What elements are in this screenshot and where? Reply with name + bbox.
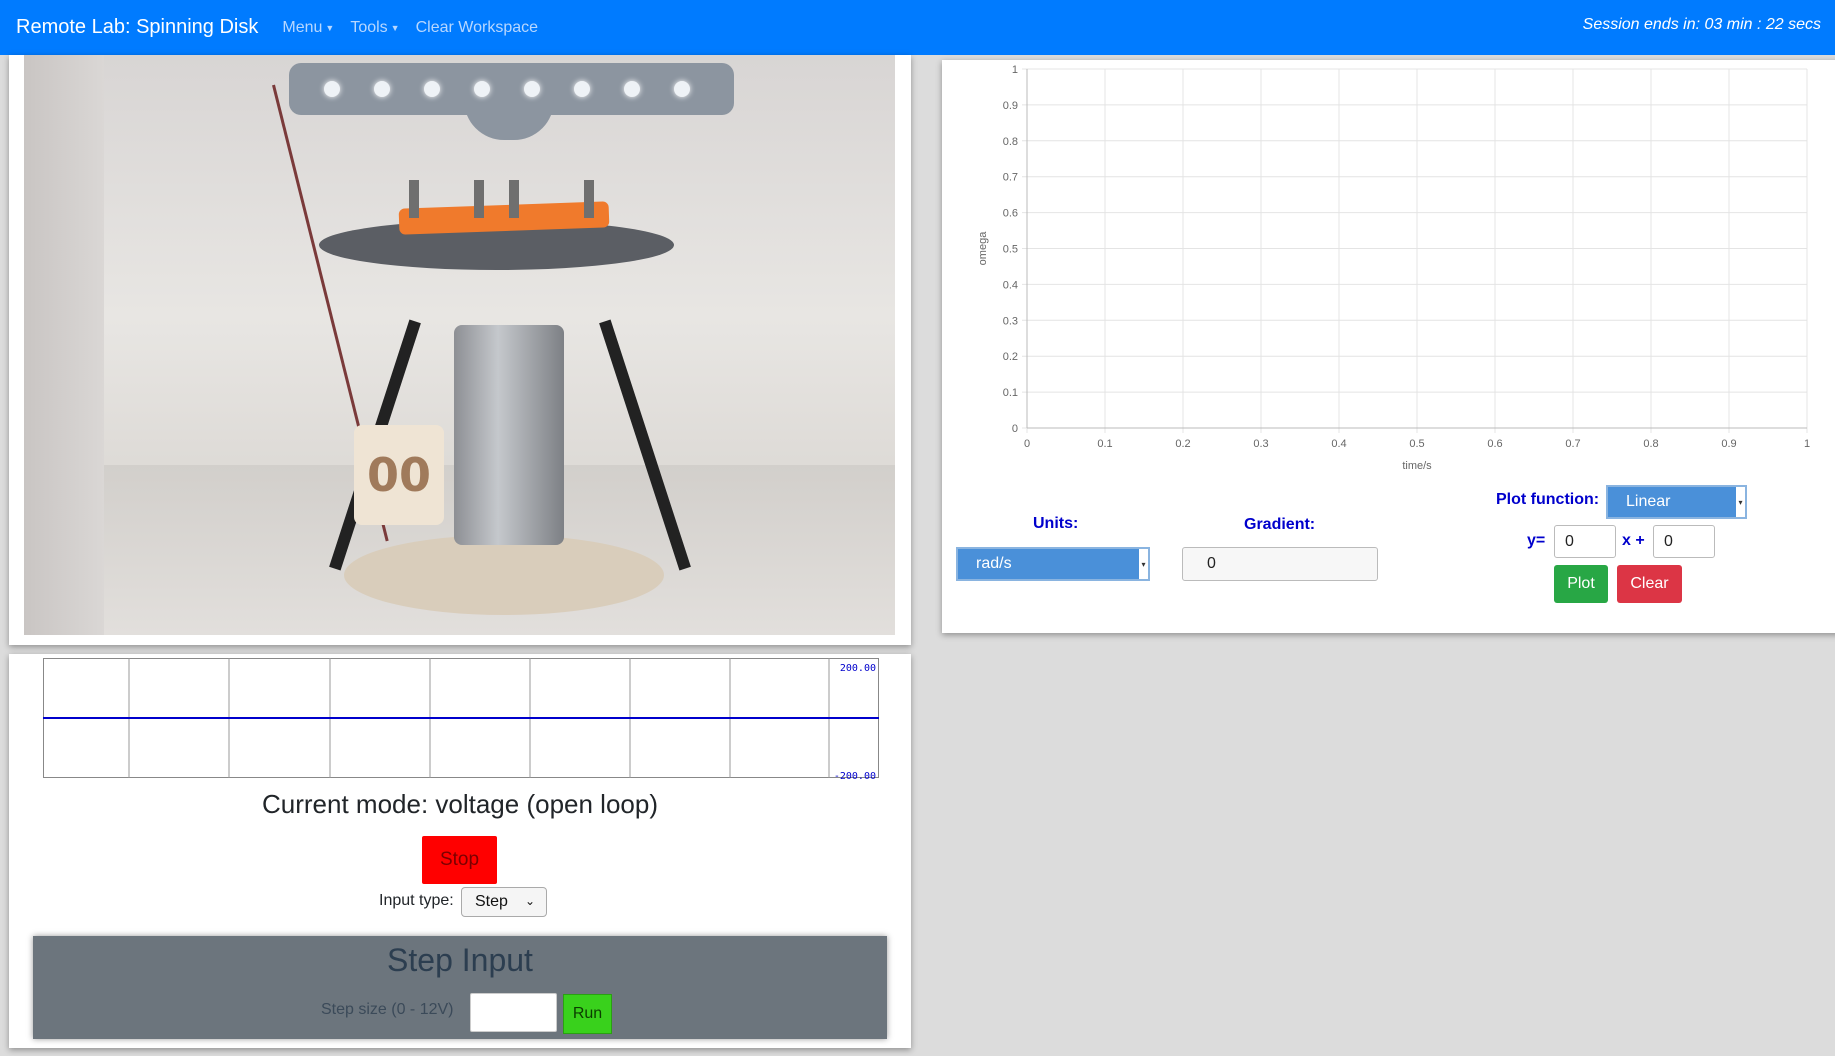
stand-base — [344, 535, 664, 615]
session-timer: Session ends in: 03 min : 22 secs — [1582, 16, 1821, 33]
video-wall — [24, 55, 104, 635]
chevron-down-icon: ⌄ — [524, 894, 535, 908]
video-panel: 00 — [9, 55, 911, 645]
step-input-title: Step Input — [387, 942, 533, 978]
strip-max-label: 200.00 — [840, 663, 876, 674]
menu-dropdown[interactable]: Menu ▼ — [282, 19, 334, 37]
run-button[interactable]: Run — [563, 994, 612, 1034]
y-tick-label: 0.1 — [1003, 387, 1018, 399]
plot-panel: 0 0.1 0.2 0.3 0.4 0.5 0.6 0.7 0.8 0.9 1 0 0.1 0.2 0.3 0… — [942, 60, 1835, 633]
y-label: y= — [1527, 532, 1546, 549]
led — [374, 81, 390, 97]
clear-plot-button[interactable]: Clear — [1617, 565, 1682, 603]
y-axis-label: omega — [977, 231, 989, 266]
omega-chart: 0 0.1 0.2 0.3 0.4 0.5 0.6 0.7 0.8 0.9 1 0 0.1 0.2 0.3 0… — [977, 64, 1810, 472]
y-tick-label: 0.4 — [1003, 279, 1018, 291]
x-tick-label: 0.5 — [1409, 438, 1424, 450]
led — [624, 81, 640, 97]
y-value: 0 — [1565, 532, 1574, 550]
x-tick-label: 1 — [1804, 438, 1810, 450]
tools-label: Tools — [350, 18, 388, 36]
y-tick-label: 0.6 — [1003, 208, 1018, 220]
plot-function-label: Plot function: — [1496, 491, 1600, 508]
x-label: x + — [1622, 532, 1645, 549]
disk-tag: 00 — [354, 425, 444, 525]
gradient-field[interactable]: 0 — [1182, 547, 1378, 581]
y-tick-label: 0.2 — [1003, 351, 1018, 363]
menu-label: Menu — [282, 18, 323, 36]
input-type-label: Input type: — [379, 892, 454, 909]
motor — [454, 325, 564, 545]
y-tick-label: 0 — [1012, 423, 1018, 435]
units-select[interactable]: rad/s ▾ — [956, 547, 1150, 581]
led — [674, 81, 690, 97]
peg — [509, 180, 519, 218]
x-tick-label: 0.3 — [1253, 438, 1268, 450]
x-tick-label: 0.2 — [1175, 438, 1190, 450]
led — [574, 81, 590, 97]
x-value: 0 — [1664, 532, 1673, 550]
control-panel: 200.00 -200.00 Current mode: voltage (op… — [9, 654, 911, 1048]
units-label: Units: — [1033, 515, 1079, 532]
y-tick-label: 0.3 — [1003, 315, 1018, 327]
step-size-input[interactable] — [470, 993, 557, 1032]
gradient-value: 0 — [1207, 555, 1216, 572]
current-mode-text: Current mode: voltage (open loop) — [261, 789, 658, 819]
caret-down-icon: ▼ — [325, 22, 335, 33]
brand-title[interactable]: Remote Lab: Spinning Disk — [16, 16, 258, 39]
clear-workspace-link[interactable]: Clear Workspace — [416, 19, 538, 37]
x-tick-label: 0.6 — [1487, 438, 1502, 450]
x-field[interactable]: 0 — [1653, 525, 1715, 558]
plot-button[interactable]: Plot — [1554, 565, 1608, 603]
tools-dropdown[interactable]: Tools ▼ — [350, 19, 399, 37]
peg — [584, 180, 594, 218]
y-field[interactable]: 0 — [1554, 525, 1616, 558]
y-tick-label: 1 — [1012, 64, 1018, 76]
led-bar-mount — [464, 95, 554, 140]
peg — [474, 180, 484, 218]
x-tick-label: 0.4 — [1331, 438, 1346, 450]
x-tick-label: 0.8 — [1643, 438, 1658, 450]
dropdown-arrow-icon: ▾ — [1139, 549, 1148, 579]
video-feed: 00 — [24, 55, 895, 635]
gradient-label: Gradient: — [1244, 516, 1316, 533]
x-tick-label: 0.7 — [1565, 438, 1580, 450]
x-tick-label: 0.1 — [1097, 438, 1112, 450]
led — [424, 81, 440, 97]
plot-function-value: Linear — [1626, 493, 1671, 510]
step-size-label: Step size (0 - 12V) — [321, 1001, 454, 1018]
strip-min-label: -200.00 — [834, 771, 876, 780]
led — [474, 81, 490, 97]
x-tick-label: 0 — [1024, 438, 1030, 450]
input-type-select[interactable]: Step ⌄ — [461, 887, 547, 917]
caret-down-icon: ▼ — [390, 22, 400, 33]
stop-button[interactable]: Stop — [422, 836, 497, 884]
strip-chart: 200.00 -200.00 — [43, 658, 879, 780]
y-tick-label: 0.9 — [1003, 100, 1018, 112]
y-tick-label: 0.8 — [1003, 136, 1018, 148]
x-tick-label: 0.9 — [1721, 438, 1736, 450]
dropdown-arrow-icon: ▾ — [1736, 487, 1745, 517]
peg — [409, 180, 419, 218]
input-type-value: Step — [475, 893, 508, 910]
step-input-box: Step Input Step size (0 - 12V) Run — [33, 936, 887, 1039]
y-tick-label: 0.7 — [1003, 172, 1018, 184]
navbar: Remote Lab: Spinning Disk Menu ▼ Tools ▼… — [0, 0, 1835, 55]
x-axis-label: time/s — [1402, 460, 1432, 472]
led — [524, 81, 540, 97]
y-tick-label: 0.5 — [1003, 244, 1018, 256]
plot-function-select[interactable]: Linear ▾ — [1606, 485, 1747, 519]
led — [324, 81, 340, 97]
units-value: rad/s — [976, 555, 1012, 572]
